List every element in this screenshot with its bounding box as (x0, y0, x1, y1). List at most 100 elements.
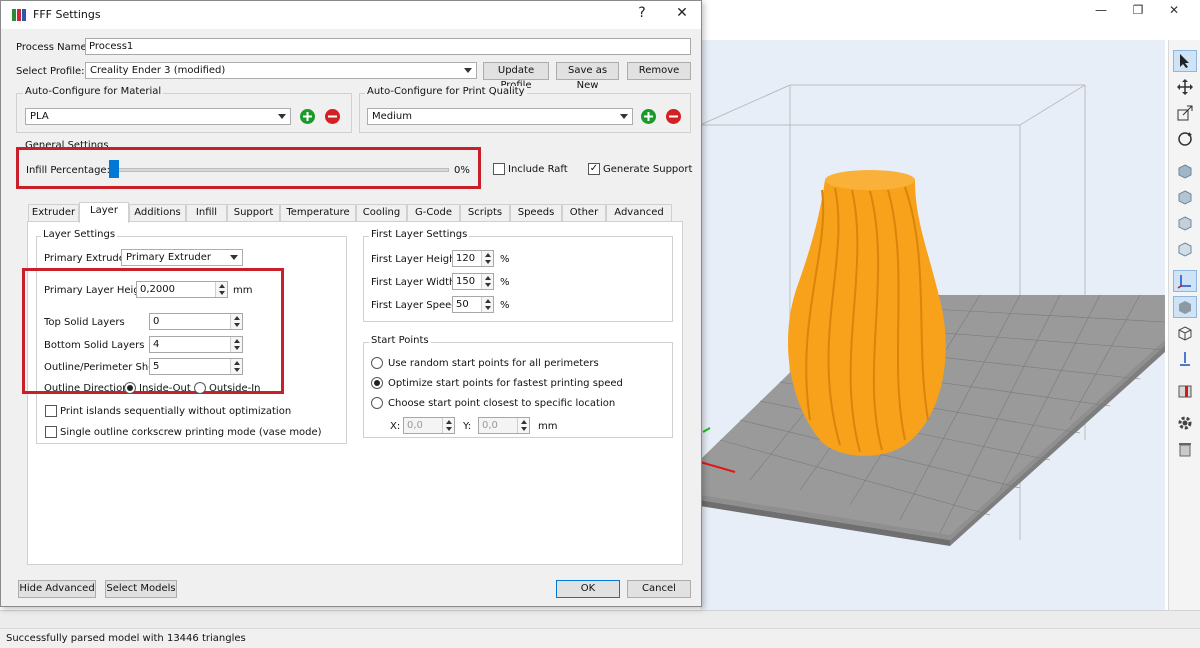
close-icon[interactable]: ✕ (671, 5, 693, 21)
first-layer-width-input[interactable]: 150 (452, 273, 494, 290)
scale-icon[interactable] (1173, 102, 1197, 124)
restore-icon[interactable]: ❐ (1125, 2, 1151, 18)
percent-unit: % (500, 300, 510, 311)
first-layer-speed-input[interactable]: 50 (452, 296, 494, 313)
select-pointer-icon[interactable] (1173, 50, 1197, 72)
status-bar: Successfully parsed model with 13446 tri… (0, 628, 1200, 648)
primary-layer-height-input[interactable]: 0,2000 (136, 281, 228, 298)
person-axis-icon[interactable] (1173, 348, 1197, 370)
include-raft-checkbox[interactable] (493, 163, 505, 175)
infill-slider-handle[interactable] (109, 160, 119, 178)
include-raft-label: Include Raft (508, 164, 568, 175)
tab-extruder[interactable]: Extruder (28, 204, 79, 222)
print-islands-checkbox[interactable] (45, 405, 57, 417)
tab-scripts[interactable]: Scripts (460, 204, 510, 222)
tab-gcode[interactable]: G-Code (407, 204, 460, 222)
cancel-button[interactable]: Cancel (627, 580, 691, 598)
3d-viewport[interactable] (700, 40, 1165, 610)
remove-material-icon[interactable] (325, 109, 340, 124)
shells-label: Outline/Perimeter Shells (44, 362, 166, 373)
solid-view-icon[interactable] (1173, 296, 1197, 318)
y-axis-mark (702, 427, 711, 433)
layer-tab-panel: Layer Settings Primary Extruder Primary … (22, 221, 683, 565)
tab-layer[interactable]: Layer (79, 202, 129, 223)
sp-closest-radio[interactable] (371, 397, 383, 409)
add-material-icon[interactable] (300, 109, 315, 124)
vase-model[interactable] (788, 170, 946, 456)
select-models-button[interactable]: Select Models (105, 580, 177, 598)
rotate-icon[interactable] (1173, 128, 1197, 150)
tab-advanced[interactable]: Advanced (606, 204, 672, 222)
remove-button[interactable]: Remove (627, 62, 691, 80)
sp-random-radio[interactable] (371, 357, 383, 369)
update-profile-button[interactable]: Update Profile (483, 62, 549, 91)
spinner-icon[interactable] (230, 359, 242, 374)
infill-slider-track[interactable] (109, 168, 449, 172)
tab-speeds[interactable]: Speeds (510, 204, 562, 222)
view-iso-icon[interactable] (1173, 160, 1197, 182)
material-value: PLA (30, 111, 49, 122)
help-button[interactable]: ? (631, 5, 653, 21)
tab-other[interactable]: Other (562, 204, 606, 222)
select-profile-label: Select Profile: (16, 66, 85, 77)
spinner-icon[interactable] (215, 282, 227, 297)
layer-settings-title: Layer Settings (41, 229, 118, 240)
spinner-icon[interactable] (481, 297, 493, 312)
spinner-icon[interactable] (442, 418, 454, 433)
close-window-icon[interactable]: ✕ (1161, 2, 1187, 18)
section-view-icon[interactable] (1173, 380, 1197, 402)
sp-optimize-radio[interactable] (371, 377, 383, 389)
quality-dropdown[interactable]: Medium (367, 108, 633, 125)
view-front-icon[interactable] (1173, 186, 1197, 208)
view-top-icon[interactable] (1173, 238, 1197, 260)
spinner-icon[interactable] (230, 314, 242, 329)
settings-gear-icon[interactable] (1173, 412, 1197, 434)
remove-quality-icon[interactable] (666, 109, 681, 124)
add-quality-icon[interactable] (641, 109, 656, 124)
sp-optimize-label: Optimize start points for fastest printi… (388, 378, 623, 389)
select-profile-dropdown[interactable]: Creality Ender 3 (modified) (85, 62, 477, 79)
x-input[interactable]: 0,0 (403, 417, 455, 434)
fff-settings-dialog: FFF Settings ? ✕ Process Name: Process1 … (0, 0, 702, 607)
wireframe-icon[interactable] (1173, 322, 1197, 344)
x-label: X: (390, 421, 401, 432)
spinner-icon[interactable] (517, 418, 529, 433)
ok-button[interactable]: OK (556, 580, 620, 598)
axes-icon[interactable] (1173, 270, 1197, 292)
spinner-icon[interactable] (230, 337, 242, 352)
process-name-label: Process Name: (16, 42, 90, 53)
first-layer-speed-value: 50 (456, 299, 469, 310)
first-layer-height-label: First Layer Height (371, 254, 460, 265)
primary-extruder-dropdown[interactable]: Primary Extruder (121, 249, 243, 266)
sp-random-label: Use random start points for all perimete… (388, 358, 599, 369)
top-solid-layers-input[interactable]: 0 (149, 313, 243, 330)
hide-advanced-button[interactable]: Hide Advanced (18, 580, 96, 598)
bottom-panel-strip (0, 610, 1200, 628)
minimize-icon[interactable]: — (1088, 2, 1114, 18)
process-name-input[interactable]: Process1 (85, 38, 691, 55)
move-icon[interactable] (1173, 76, 1197, 98)
vase-mode-checkbox[interactable] (45, 426, 57, 438)
tab-temperature[interactable]: Temperature (280, 204, 356, 222)
y-input[interactable]: 0,0 (478, 417, 530, 434)
chevron-down-icon (230, 255, 238, 260)
material-dropdown[interactable]: PLA (25, 108, 291, 125)
bottom-solid-layers-input[interactable]: 4 (149, 336, 243, 353)
trash-icon[interactable] (1173, 438, 1197, 460)
quality-value: Medium (372, 111, 412, 122)
shells-input[interactable]: 5 (149, 358, 243, 375)
spinner-icon[interactable] (481, 274, 493, 289)
first-layer-title: First Layer Settings (369, 229, 470, 240)
outside-in-radio[interactable] (194, 382, 206, 394)
tab-cooling[interactable]: Cooling (356, 204, 407, 222)
generate-support-checkbox[interactable]: ✓ (588, 163, 600, 175)
bottom-solid-layers-label: Bottom Solid Layers (44, 340, 145, 351)
inside-out-radio[interactable] (124, 382, 136, 394)
first-layer-height-input[interactable]: 120 (452, 250, 494, 267)
view-side-icon[interactable] (1173, 212, 1197, 234)
tab-support[interactable]: Support (227, 204, 280, 222)
tab-infill[interactable]: Infill (186, 204, 227, 222)
spinner-icon[interactable] (481, 251, 493, 266)
save-as-new-button[interactable]: Save as New (556, 62, 619, 91)
tab-additions[interactable]: Additions (129, 204, 186, 222)
